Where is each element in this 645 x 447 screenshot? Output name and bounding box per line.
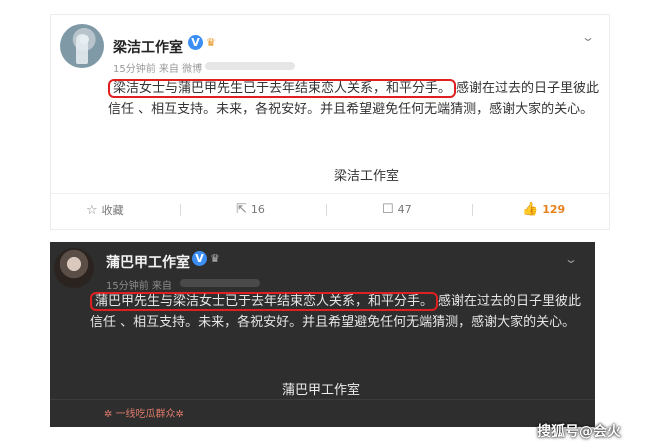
avatar[interactable] — [54, 248, 94, 288]
favorite-button[interactable]: ☆ 收藏 — [86, 202, 124, 218]
post-signature: 梁洁工作室 — [334, 169, 400, 184]
post-meta: 15分钟前 来自 — [106, 281, 172, 292]
screenshot-root: 梁洁工作室 V ♛ ⌄ 15分钟前 来自 微博 梁洁女士与蒲巴甲先生已于去年结束… — [0, 0, 645, 447]
post-text: 蒲巴甲先生与梁洁女士已于去年结束恋人关系，和平分手。 感谢在过去的日子里彼此信任 … — [90, 291, 590, 333]
comment-button[interactable]: ☐ 47 — [382, 202, 412, 217]
divider — [50, 399, 595, 400]
divider — [180, 204, 181, 216]
account-name[interactable]: 蒲巴甲工作室 — [106, 252, 190, 272]
post-meta: 15分钟前 来自 微博 — [113, 64, 203, 75]
verified-badge-icon: V — [188, 35, 203, 50]
star-icon: ☆ — [86, 202, 98, 218]
watermark-text: ✲ 一线吃瓜群众✲ — [104, 409, 184, 420]
avatar[interactable] — [60, 24, 104, 68]
share-button[interactable]: ⇱ 16 — [236, 202, 265, 217]
blurred-source — [205, 62, 295, 70]
share-count: 16 — [250, 203, 265, 216]
divider — [472, 204, 473, 216]
crown-icon: ♛ — [210, 252, 220, 265]
chevron-down-icon[interactable]: ⌄ — [581, 30, 595, 44]
divider — [326, 204, 327, 216]
like-count: 129 — [542, 203, 566, 216]
crown-icon: ♛ — [206, 36, 216, 49]
sohu-watermark: 搜狐号@会火 — [537, 424, 621, 440]
like-button[interactable]: 👍 129 — [522, 202, 565, 217]
blurred-source — [180, 279, 260, 287]
post-text: 梁洁女士与蒲巴甲先生已于去年结束恋人关系，和平分手。 感谢在过去的日子里彼此信任 … — [108, 78, 608, 120]
verified-badge-icon: V — [192, 251, 207, 266]
highlighted-text: 蒲巴甲先生与梁洁女士已于去年结束恋人关系，和平分手。 — [90, 292, 439, 311]
comment-icon: ☐ — [382, 202, 394, 217]
account-name[interactable]: 梁洁工作室 — [113, 37, 183, 57]
comment-count: 47 — [397, 203, 412, 216]
highlighted-text: 梁洁女士与蒲巴甲先生已于去年结束恋人关系，和平分手。 — [108, 79, 457, 98]
favorite-label: 收藏 — [101, 204, 124, 217]
chevron-down-icon[interactable]: ⌄ — [564, 252, 578, 266]
post-signature: 蒲巴甲工作室 — [282, 383, 361, 398]
thumbs-up-icon: 👍 — [522, 202, 539, 217]
share-icon: ⇱ — [236, 202, 247, 217]
divider — [50, 193, 610, 194]
